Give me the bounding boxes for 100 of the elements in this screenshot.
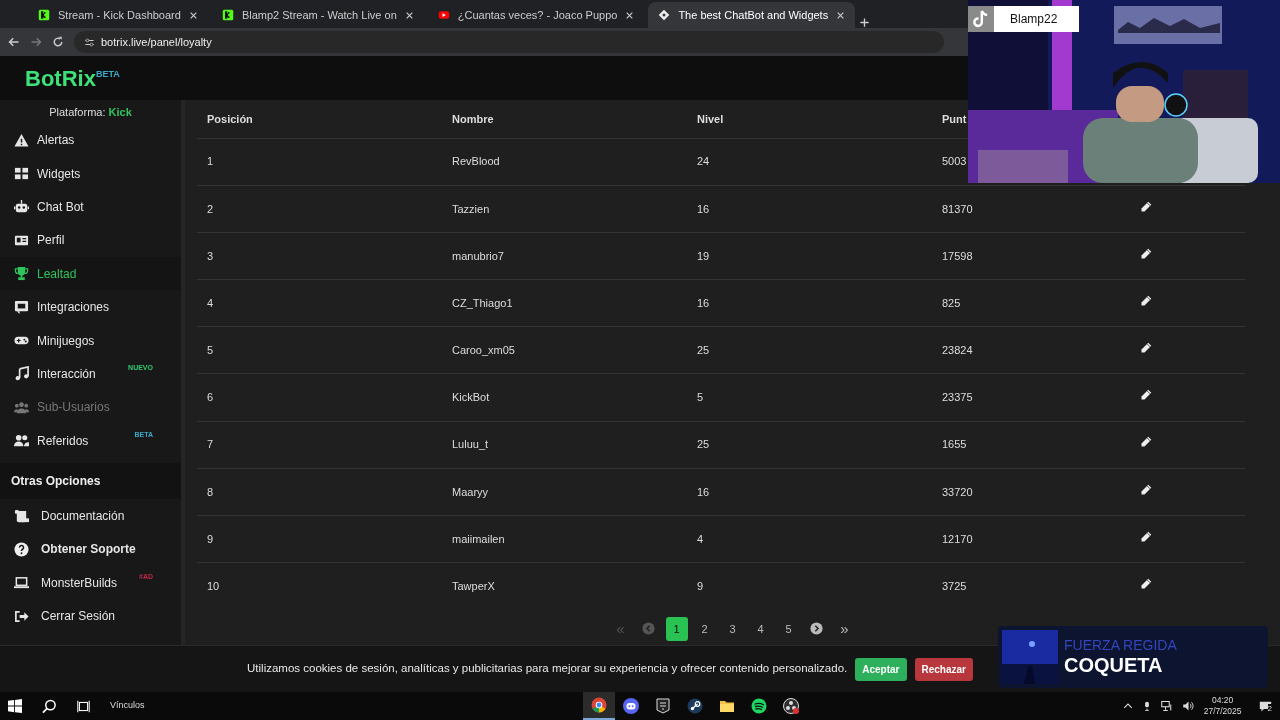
reject-button[interactable]: Rechazar <box>914 657 973 681</box>
forward-icon[interactable] <box>30 36 42 48</box>
edit-button[interactable] <box>1140 200 1154 215</box>
table-cell: 5 <box>207 344 214 357</box>
tab-title: The best ChatBot and Widgets <box>678 7 829 23</box>
url-text: botrix.live/panel/loyalty <box>101 34 212 50</box>
pencil-icon <box>1140 530 1152 543</box>
sidebar-item[interactable]: Widgets <box>0 156 181 191</box>
close-icon[interactable] <box>625 10 635 20</box>
volume-icon[interactable] <box>1181 700 1195 712</box>
table-cell: CZ_Thiago1 <box>452 296 513 309</box>
sidebar-item[interactable]: Chat Bot <box>0 190 181 224</box>
notification-count: 2 <box>1267 703 1272 713</box>
table-cell: 7 <box>207 438 214 451</box>
table-cell: 16 <box>697 485 710 498</box>
close-icon[interactable] <box>188 10 198 20</box>
notification-icon[interactable] <box>1258 699 1272 713</box>
music-note-icon <box>14 366 29 382</box>
beta-label: BETA <box>95 68 120 79</box>
pagination-button[interactable]: 1 <box>665 616 688 641</box>
artist-name: FUERZA REGIDA <box>1064 637 1177 653</box>
table-cell: RevBlood <box>452 155 500 168</box>
caret-up-icon[interactable] <box>1122 701 1133 711</box>
table-cell: 9 <box>207 532 214 545</box>
table-cell: 825 <box>942 296 961 309</box>
clock-date[interactable]: 27/7/2025 <box>1203 706 1242 717</box>
sidebar-item[interactable]: Minijuegos <box>0 323 181 358</box>
sidebar-item[interactable]: Integraciones <box>0 290 181 324</box>
pencil-icon <box>1140 294 1152 307</box>
clock-time[interactable]: 04:20 <box>1203 695 1242 706</box>
close-icon[interactable] <box>404 10 414 20</box>
windows-icon[interactable] <box>8 699 22 713</box>
table-cell: 25 <box>697 344 710 357</box>
tab-title: Blamp2 Stream - Watch Live on <box>241 7 397 23</box>
edit-button[interactable] <box>1140 530 1154 545</box>
edit-button[interactable] <box>1140 483 1154 498</box>
message-icon <box>14 299 29 315</box>
pagination-button[interactable]: » <box>833 616 856 641</box>
laptop-icon <box>14 575 29 591</box>
table-cell: KickBot <box>452 391 490 404</box>
sidebar-item[interactable]: Alertas <box>0 123 181 157</box>
folder-icon[interactable] <box>718 698 735 714</box>
table-cell: 2 <box>207 202 214 215</box>
table-cell: 8 <box>207 485 214 498</box>
browser-tab[interactable]: ¿Cuantas veces? - Joaco Puppo <box>427 2 645 28</box>
grid-icon <box>14 166 29 182</box>
shield-icon[interactable] <box>654 698 671 714</box>
recording-app-icon[interactable] <box>782 698 799 714</box>
pencil-icon <box>1140 436 1152 449</box>
close-icon[interactable] <box>836 10 846 20</box>
game-store-icon[interactable] <box>686 698 703 714</box>
sidebar-item[interactable]: Lealtad <box>0 257 181 291</box>
tab-title: ¿Cuantas veces? - Joaco Puppo <box>457 7 618 23</box>
new-tab-icon[interactable] <box>859 17 871 28</box>
table-cell: 12170 <box>942 532 973 545</box>
sidebar-item[interactable]: Cerrar Sesión <box>0 599 181 633</box>
kick-logo-icon <box>38 9 50 21</box>
browser-tab[interactable]: Stream - Kick Dashboard <box>28 2 208 28</box>
browser-icon[interactable] <box>590 697 607 713</box>
table-cell: manubrio7 <box>452 249 504 262</box>
back-icon[interactable] <box>8 36 20 48</box>
sidebar-item[interactable]: Perfil <box>0 223 181 258</box>
edit-button[interactable] <box>1140 294 1154 309</box>
table-cell: 1655 <box>942 438 967 451</box>
column-header: Punt <box>932 100 1140 138</box>
pagination-button[interactable]: 4 <box>749 616 772 641</box>
sidebar-item[interactable]: Obtener Soporte <box>0 532 181 567</box>
browser-tab[interactable]: The best ChatBot and Widgets <box>648 2 856 28</box>
reload-icon[interactable] <box>52 36 64 48</box>
pagination-button[interactable]: 5 <box>777 616 800 641</box>
diamond-icon <box>658 9 671 21</box>
table-cell: 19 <box>697 249 710 262</box>
browser-tab[interactable]: Blamp2 Stream - Watch Live on <box>211 2 424 28</box>
pagination-button[interactable]: 3 <box>721 616 744 641</box>
search-icon[interactable] <box>42 698 57 714</box>
chat-app-icon[interactable] <box>622 698 639 714</box>
music-app-icon[interactable] <box>750 698 767 714</box>
table-cell: 4 <box>697 532 704 545</box>
pagination-button[interactable]: 2 <box>693 616 716 641</box>
table-cell: 5003 <box>942 155 967 168</box>
pencil-icon <box>1140 578 1152 591</box>
table-cell: 16 <box>697 296 710 309</box>
users-icon <box>14 433 29 449</box>
platform-label: Plataforma: Kick <box>48 105 133 120</box>
table-cell: 16 <box>697 202 710 215</box>
table-cell: 81370 <box>942 202 973 215</box>
toolbar-label[interactable]: Vínculos <box>110 699 145 713</box>
section-title: Otras Opciones <box>0 463 181 500</box>
table-cell: 10 <box>207 580 220 593</box>
address-bar[interactable]: botrix.live/panel/loyalty <box>74 31 944 53</box>
network-icon[interactable] <box>1160 700 1173 712</box>
logo[interactable]: BotRix <box>25 61 96 95</box>
task-view-icon[interactable] <box>77 699 90 713</box>
cookie-notice: Utilizamos cookies de sesión, analíticas y publicitarias para mejorar su experiencia y ofrecer contenido personalizado. <box>247 661 848 677</box>
users-icon <box>14 399 29 415</box>
edit-button[interactable] <box>1140 247 1154 262</box>
table-cell: 1 <box>207 155 214 168</box>
sidebar-item[interactable]: Documentación <box>0 499 181 533</box>
table-cell: 24 <box>697 155 710 168</box>
column-header: Nivel <box>687 100 932 138</box>
